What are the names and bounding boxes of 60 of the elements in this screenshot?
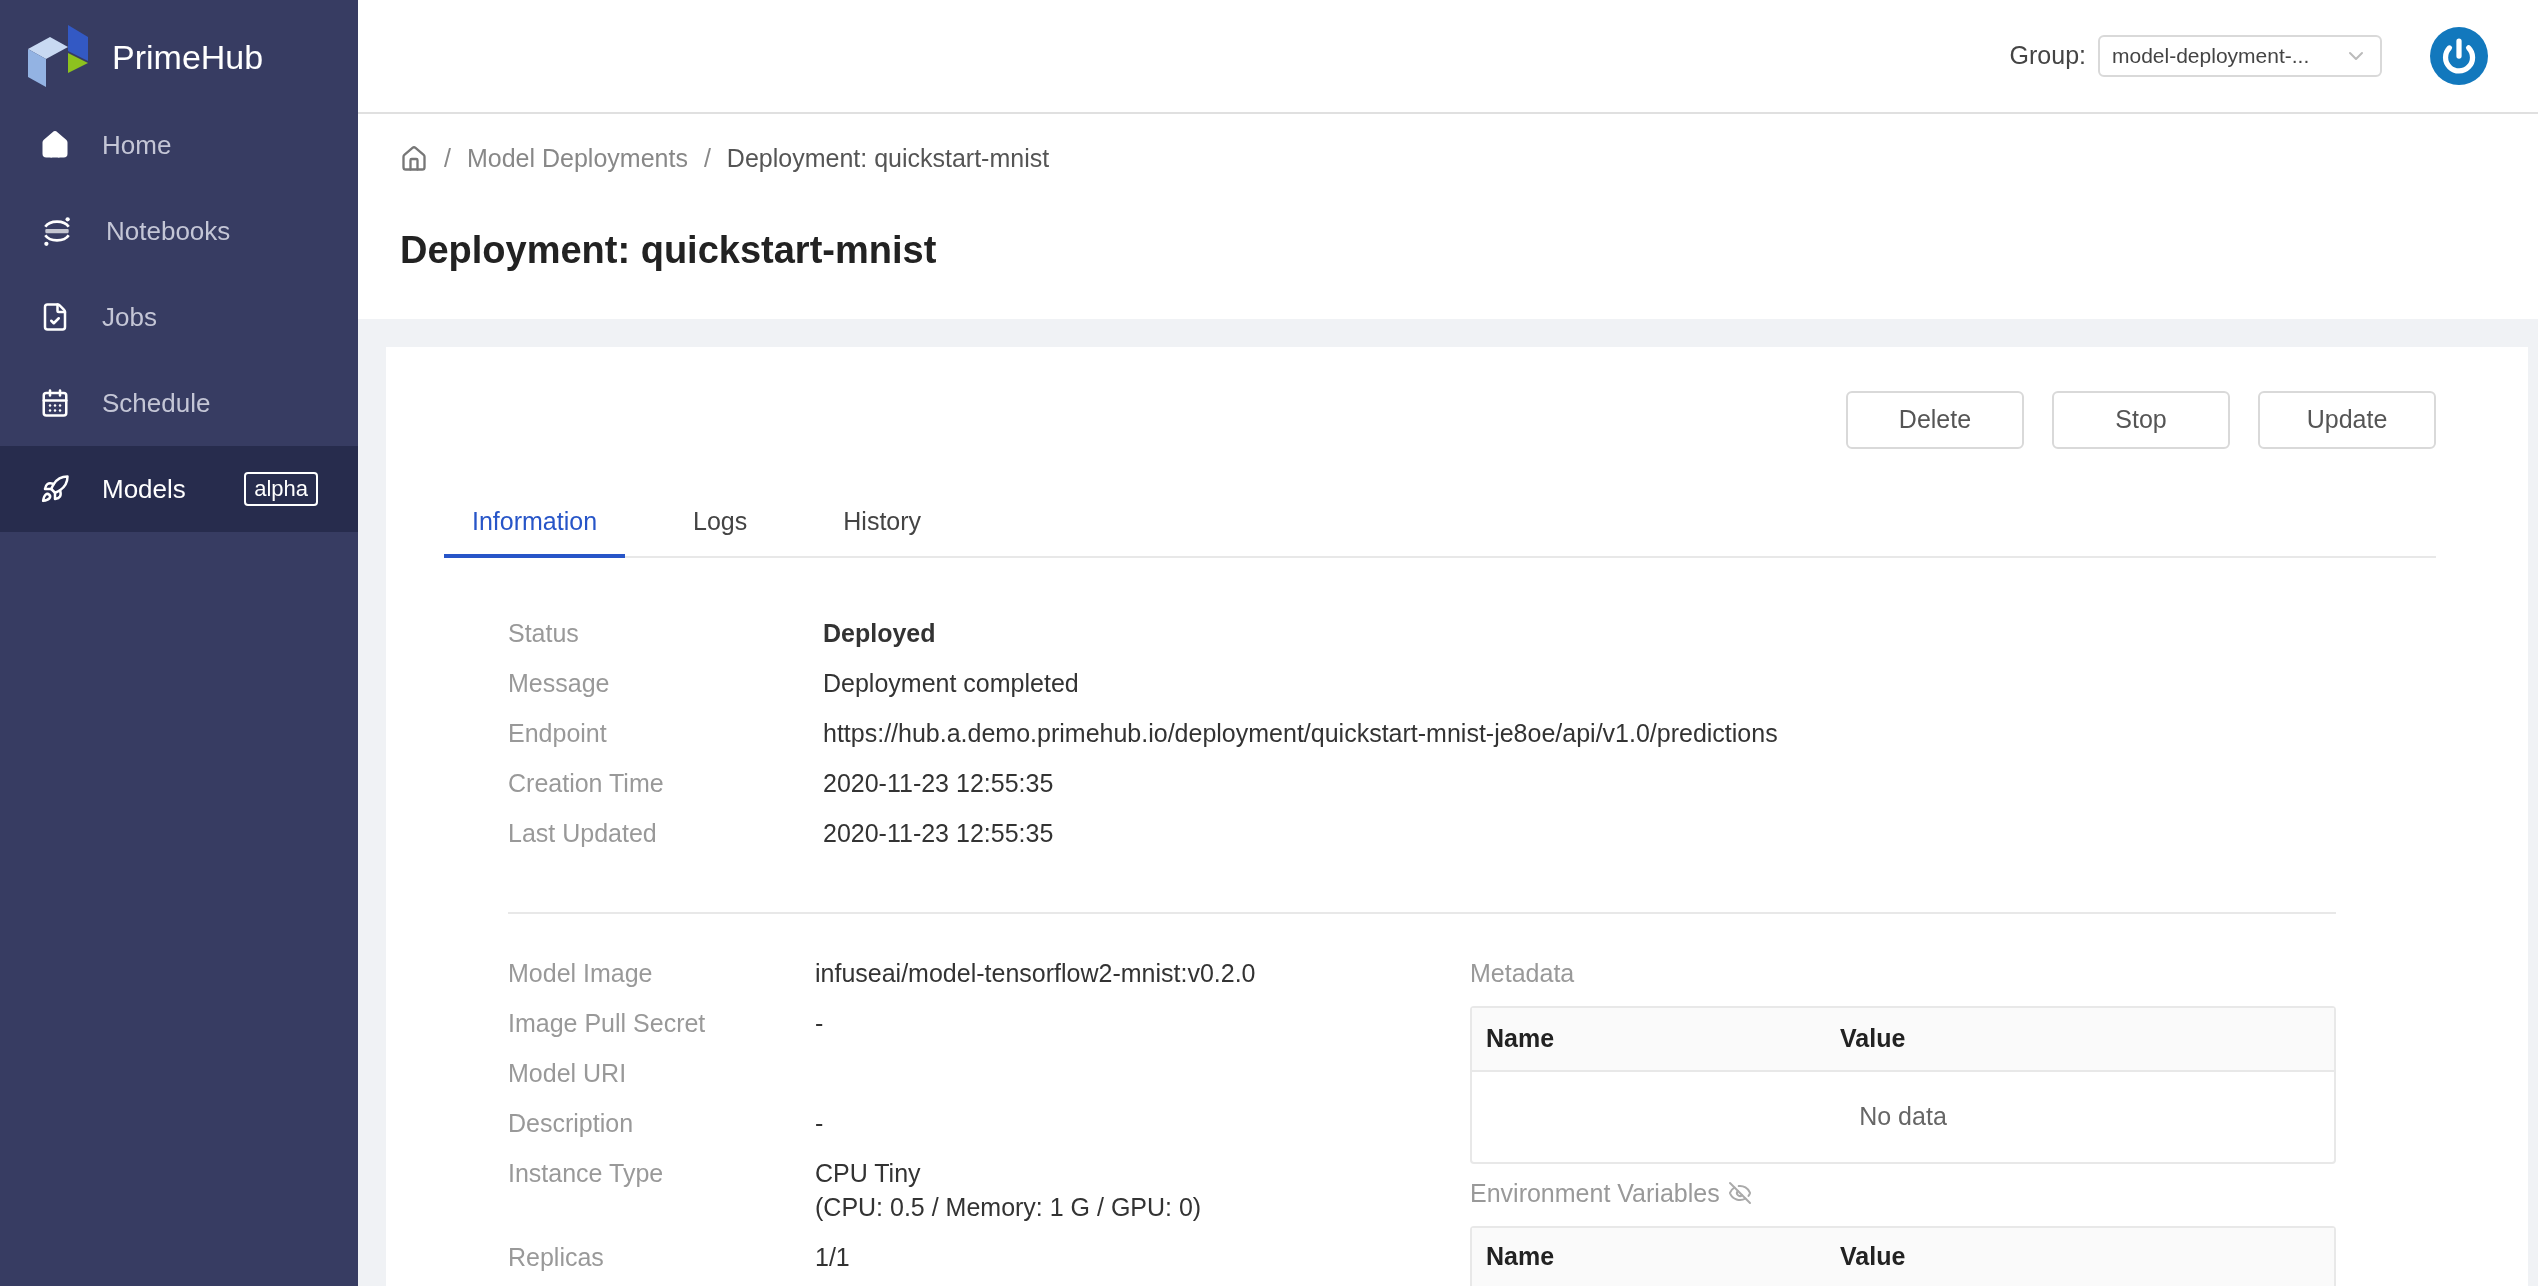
column-header: Name xyxy=(1486,1241,1556,1272)
brand-name: PrimeHub xyxy=(112,36,264,78)
env-title: Environment Variables xyxy=(1470,1178,1720,1209)
field-value: - xyxy=(815,1008,824,1039)
breadcrumb-link[interactable]: Model Deployments xyxy=(466,140,688,178)
action-button[interactable]: Delete xyxy=(1846,390,2024,449)
field-value: infuseai/model-tensorflow2-mnist:v0.2.0 xyxy=(815,958,1256,989)
field-label: Description xyxy=(508,1108,635,1139)
column-header: Name xyxy=(1486,1023,1556,1055)
field-value: 2020-11-23 12:55:35 xyxy=(823,818,1054,849)
field-label: Replicas xyxy=(508,1242,605,1273)
action-button[interactable]: Stop xyxy=(2052,390,2230,449)
page-title: Deployment: quickstart-mnist xyxy=(400,227,938,273)
field-label: Message xyxy=(508,668,611,699)
field-value: https://hub.a.demo.primehub.io/deployment/quickstart-mnist-je8oe/api/v1.0/predictions xyxy=(823,718,1778,749)
alpha-badge: alpha xyxy=(244,472,318,506)
sidebar-label: Home xyxy=(102,128,172,162)
sidebar-label: Schedule xyxy=(102,386,211,420)
eye-off-icon[interactable] xyxy=(1727,1181,1752,1205)
field-value: Deployed xyxy=(823,618,936,649)
power-avatar-icon[interactable] xyxy=(2430,27,2488,85)
field-label: Instance Type xyxy=(508,1158,665,1189)
field-label: Model Image xyxy=(508,958,654,989)
field-label: Status xyxy=(508,618,580,649)
group-label: Group: xyxy=(2009,40,2086,72)
empty-message: No data xyxy=(1859,1101,1947,1133)
home-link-icon[interactable] xyxy=(400,144,428,173)
field-value: 2020-11-23 12:55:35 xyxy=(823,768,1054,799)
rocket-icon xyxy=(40,474,70,504)
field-label: Endpoint xyxy=(508,718,608,749)
breadcrumb-separator: / xyxy=(703,143,711,174)
group-select[interactable]: model-deployment-... xyxy=(2098,35,2382,77)
column-header: Value xyxy=(1840,1241,1906,1272)
home-icon xyxy=(40,130,70,160)
tab[interactable]: Logs xyxy=(665,502,776,558)
breadcrumb-separator: / xyxy=(444,143,451,174)
tab[interactable]: Information xyxy=(444,502,626,558)
sidebar-item[interactable]: Notebooks xyxy=(0,188,358,274)
sidebar-item[interactable]: Models alpha xyxy=(0,446,358,532)
field-label: Image Pull Secret xyxy=(508,1008,707,1039)
calendar-icon xyxy=(40,388,70,418)
sidebar-item[interactable]: Jobs xyxy=(0,274,358,360)
metadata-title: Metadata xyxy=(1470,958,1576,989)
field-value: CPU Tiny xyxy=(815,1158,922,1189)
sidebar-label: Notebooks xyxy=(106,214,231,248)
field-label: Creation Time xyxy=(508,768,665,799)
field-value: - xyxy=(815,1108,824,1139)
breadcrumb-current: Deployment: quickstart-mnist xyxy=(726,143,1050,174)
sidebar-label: Jobs xyxy=(102,300,157,334)
field-label: Model URI xyxy=(508,1058,628,1089)
tab[interactable]: History xyxy=(815,502,950,558)
field-label: Last Updated xyxy=(508,818,658,849)
sidebar-label: Models xyxy=(102,472,186,506)
sidebar-item[interactable]: Home xyxy=(0,102,358,188)
column-header: Value xyxy=(1840,1023,1906,1055)
field-value: (CPU: 0.5 / Memory: 1 G / GPU: 0) xyxy=(815,1192,1202,1223)
field-value: 1/1 xyxy=(815,1242,850,1273)
field-value: Deployment completed xyxy=(823,668,1079,699)
sidebar-item[interactable]: Schedule xyxy=(0,360,358,446)
action-button[interactable]: Update xyxy=(2258,390,2436,449)
